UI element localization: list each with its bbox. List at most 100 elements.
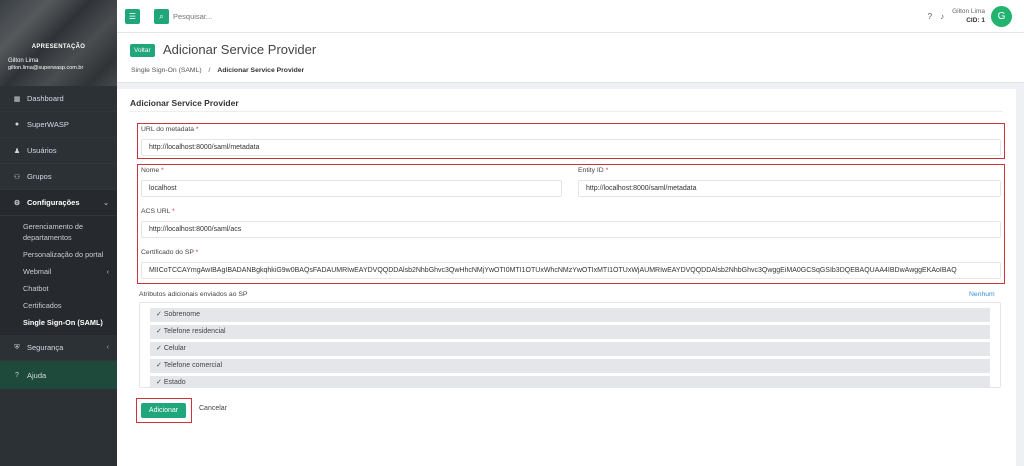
search-button[interactable]: ⌕: [154, 9, 169, 24]
required-mark: *: [195, 249, 199, 256]
sidebar: APRESENTAÇÃO Gilton Lima gilton.lima@sup…: [0, 0, 117, 466]
sidebar-item-configuracoes[interactable]: ⚙ Configurações ⌄: [0, 190, 117, 216]
attribute-option[interactable]: ✓ Celular: [150, 342, 990, 356]
shield-icon: ⛨: [14, 343, 20, 351]
dashboard-icon: ▦: [13, 95, 21, 103]
sidebar-item-dashboard[interactable]: ▦ Dashboard: [0, 86, 117, 112]
attribute-label: Telefone comercial: [163, 362, 223, 369]
sidebar-item-label: Configurações: [27, 198, 80, 207]
sidebar-item-superwasp[interactable]: ● SuperWASP: [0, 112, 117, 138]
bell-icon[interactable]: ♪: [940, 12, 944, 21]
metadata-url-input[interactable]: http://localhost:8000/saml/metadata: [141, 139, 1001, 156]
chevron-left-icon: ‹: [106, 269, 109, 276]
sidebar-subitem-certificados[interactable]: Certificados: [0, 297, 117, 314]
entity-id-input[interactable]: http://localhost:8000/saml/metadata: [578, 180, 1001, 197]
sidebar-subitem-label: Webmail: [23, 267, 52, 276]
config-submenu: Gerenciamento de departamentos Personali…: [0, 216, 117, 335]
check-icon: ✓: [156, 328, 162, 335]
entity-id-label: Entity ID *: [578, 167, 608, 174]
help-icon: ?: [15, 371, 19, 379]
breadcrumb: Single Sign-On (SAML) / Adicionar Servic…: [131, 67, 304, 74]
name-label: Nome *: [141, 167, 164, 174]
attribute-option[interactable]: ✓ Sobrenome: [150, 308, 990, 322]
group-icon: ⚇: [13, 173, 21, 181]
attributes-none-link[interactable]: Nenhum: [969, 291, 995, 298]
sidebar-subitem-chatbot[interactable]: Chatbot: [0, 280, 117, 297]
sidebar-item-label: Ajuda: [27, 370, 47, 380]
required-mark: *: [605, 167, 609, 174]
sidebar-subitem-personalizacao[interactable]: Personalização do portal: [0, 246, 117, 263]
attribute-label: Telefone residencial: [163, 328, 226, 335]
label-text: URL do metadata: [141, 126, 195, 133]
sidebar-item-label: Usuários: [27, 146, 57, 155]
help-icon[interactable]: ?: [928, 12, 932, 21]
avatar[interactable]: G: [991, 5, 1012, 27]
sidebar-subitem-sso[interactable]: Single Sign-On (SAML): [0, 314, 117, 331]
user-icon: ♟: [13, 147, 21, 155]
divider: [130, 111, 1003, 112]
sidebar-item-label: Segurança: [27, 343, 64, 352]
attribute-label: Estado: [163, 379, 186, 386]
name-input[interactable]: localhost: [141, 180, 562, 197]
attribute-option[interactable]: ✓ Telefone residencial: [150, 325, 990, 339]
attribute-label: Sobrenome: [163, 311, 201, 318]
acs-url-input[interactable]: http://localhost:8000/saml/acs: [141, 221, 1001, 238]
sidebar-subitem-departamentos[interactable]: Gerenciamento de departamentos: [0, 218, 117, 246]
chevron-down-icon: ⌄: [103, 199, 109, 207]
check-icon: ✓: [156, 311, 162, 318]
check-icon: ✓: [156, 345, 162, 352]
sidebar-item-usuarios[interactable]: ♟ Usuários: [0, 138, 117, 164]
gear-icon: ⚙: [13, 199, 21, 207]
check-icon: ✓: [156, 362, 162, 369]
breadcrumb-current: Adicionar Service Provider: [217, 67, 305, 74]
add-button[interactable]: Adicionar: [141, 403, 186, 418]
required-mark: *: [195, 126, 199, 133]
menu-toggle-button[interactable]: ☰: [125, 9, 140, 24]
required-mark: *: [172, 208, 175, 215]
sidebar-item-ajuda[interactable]: ? Ajuda: [0, 361, 117, 389]
topbar-cid: CID: 1: [966, 17, 985, 24]
attributes-multiselect[interactable]: ✓ Sobrenome ✓ Telefone residencial ✓ Cel…: [139, 302, 1001, 388]
card-title: Adicionar Service Provider: [130, 98, 239, 108]
required-mark: *: [161, 167, 164, 174]
menu-icon: ☰: [128, 12, 137, 21]
sidebar-item-grupos[interactable]: ⚇ Grupos: [0, 164, 117, 190]
org-name: APRESENTAÇÃO: [31, 44, 86, 50]
attributes-label: Atributos adicionais enviados ao SP: [139, 291, 248, 298]
label-text: Entity ID: [578, 167, 604, 174]
acs-url-label: ACS URL *: [141, 208, 175, 215]
profile-user-name: Gilton Lima: [8, 58, 39, 64]
topbar-user[interactable]: Gilton Lima CID: 1: [952, 7, 985, 25]
form-card: Adicionar Service Provider URL do metada…: [117, 89, 1016, 466]
topbar-user-name: Gilton Lima: [952, 8, 985, 15]
top-bar: ☰ ⌕ ? ♪ Gilton Lima CID: 1 G: [117, 0, 1024, 33]
label-text: Nome: [141, 167, 160, 174]
chevron-left-icon: ‹: [106, 344, 109, 351]
label-text: Certificado do SP: [141, 249, 194, 256]
certificate-label: Certificado do SP *: [141, 249, 198, 256]
attribute-option[interactable]: ✓ Estado: [150, 376, 990, 387]
sidebar-subitem-webmail[interactable]: Webmail ‹: [0, 263, 117, 280]
profile-user-email: gilton.lima@superwasp.com.br: [8, 65, 84, 71]
label-text: ACS URL: [141, 208, 171, 215]
page-header: Voltar Adicionar Service Provider Single…: [117, 33, 1024, 83]
page-title: Adicionar Service Provider: [163, 42, 317, 57]
cancel-button[interactable]: Cancelar: [199, 405, 227, 412]
check-icon: ✓: [156, 379, 162, 386]
sidebar-item-seguranca[interactable]: ⛨ Segurança ‹: [0, 335, 117, 361]
search-input[interactable]: [173, 8, 373, 25]
metadata-url-label: URL do metadata *: [141, 126, 199, 133]
certificate-input[interactable]: MIICoTCCAYmgAwIBAgIBADANBgkqhkiG9w0BAQsF…: [141, 262, 1001, 279]
back-button[interactable]: Voltar: [130, 44, 155, 57]
sidebar-item-label: SuperWASP: [27, 120, 69, 129]
search-icon: ⌕: [159, 12, 164, 21]
sidebar-item-label: Dashboard: [27, 94, 64, 103]
topbar-right: ? ♪ Gilton Lima CID: 1 G: [928, 5, 1012, 27]
breadcrumb-separator: /: [208, 67, 211, 74]
app-root: APRESENTAÇÃO Gilton Lima gilton.lima@sup…: [0, 0, 1024, 466]
sidebar-item-label: Grupos: [27, 172, 52, 181]
attribute-label: Celular: [163, 345, 187, 352]
attribute-option[interactable]: ✓ Telefone comercial: [150, 359, 990, 373]
breadcrumb-parent-link[interactable]: Single Sign-On (SAML): [131, 67, 202, 74]
sidebar-profile: APRESENTAÇÃO Gilton Lima gilton.lima@sup…: [0, 0, 117, 86]
